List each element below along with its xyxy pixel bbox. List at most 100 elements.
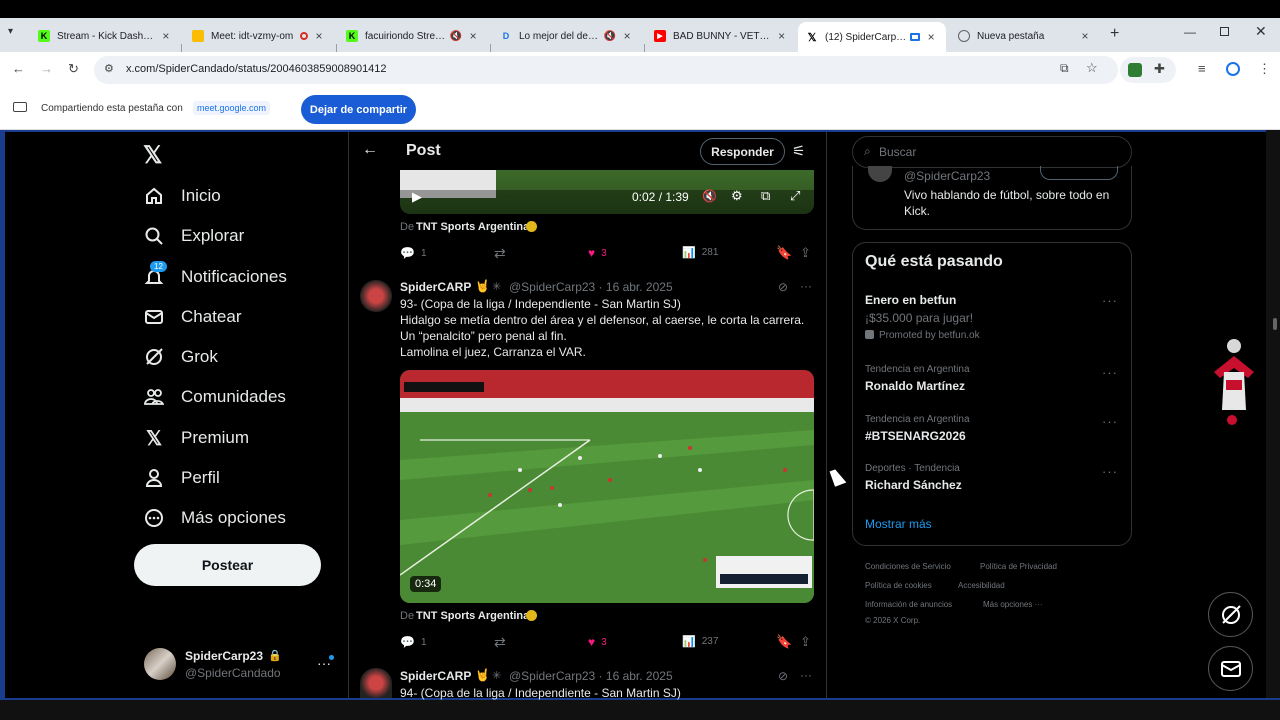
- reply-action[interactable]: 💬 1: [400, 635, 427, 649]
- bookmark-icon[interactable]: 🔖: [776, 245, 792, 261]
- muted-icon[interactable]: 🔇: [450, 31, 462, 42]
- nav-perfil[interactable]: Perfil: [144, 468, 220, 488]
- trend-title[interactable]: Ronaldo Martínez: [865, 379, 965, 393]
- footer-link[interactable]: Política de Privacidad: [980, 562, 1057, 571]
- page-scrollbar[interactable]: [1266, 130, 1280, 700]
- close-window-icon[interactable]: ✕: [1255, 23, 1267, 40]
- tab-facuiriondo[interactable]: K facuiriondo Stream 🔇 ×: [338, 22, 488, 50]
- tweet-author-name[interactable]: SpiderCARP: [400, 280, 471, 294]
- back-icon[interactable]: ←: [12, 61, 25, 76]
- profile-handle[interactable]: @SpiderCarp23: [904, 169, 990, 183]
- nav-mas-opciones[interactable]: Más opciones: [144, 508, 286, 528]
- minimize-icon[interactable]: —: [1184, 25, 1196, 39]
- tab-meet[interactable]: Meet: idt-vzmy-om ×: [184, 22, 334, 50]
- tab-lo-mejor[interactable]: D Lo mejor del depor 🔇 ×: [492, 22, 642, 50]
- tab-bad-bunny[interactable]: ▶ BAD BUNNY - VETE | Y ×: [646, 22, 796, 50]
- footer-link[interactable]: Información de anuncios: [865, 600, 952, 609]
- more-icon[interactable]: ···: [800, 668, 812, 682]
- maximize-icon[interactable]: [1220, 27, 1229, 36]
- repost-icon[interactable]: ⇄: [494, 245, 506, 262]
- trend-title[interactable]: Richard Sánchez: [865, 478, 962, 492]
- show-more-link[interactable]: Mostrar más: [865, 517, 932, 531]
- back-arrow-icon[interactable]: ←: [362, 141, 378, 159]
- nav-grok[interactable]: Grok: [144, 347, 218, 367]
- close-icon[interactable]: ×: [924, 30, 938, 44]
- nav-chatear[interactable]: Chatear: [144, 307, 241, 327]
- avatar[interactable]: [144, 648, 176, 680]
- site-info-icon[interactable]: ⚙: [104, 62, 114, 75]
- tweet-author-name[interactable]: SpiderCARP: [400, 669, 471, 683]
- share-icon[interactable]: ⇪: [800, 634, 811, 650]
- url-text[interactable]: x.com/SpiderCandado/status/2004603859008…: [126, 63, 387, 75]
- stop-sharing-button[interactable]: Dejar de compartir: [301, 95, 416, 124]
- like-action[interactable]: ♥ 3: [588, 635, 607, 649]
- footer-link[interactable]: Condiciones de Servicio: [865, 562, 951, 571]
- nav-premium[interactable]: 𝕏 Premium: [144, 428, 249, 450]
- bookmark-icon[interactable]: 🔖: [776, 634, 792, 650]
- share-icon[interactable]: ⇪: [800, 245, 811, 261]
- grok-icon[interactable]: ⊘: [778, 669, 788, 683]
- more-icon[interactable]: ···: [1102, 293, 1118, 308]
- close-icon[interactable]: ×: [620, 29, 634, 43]
- grok-fab-button[interactable]: [1208, 592, 1253, 637]
- play-icon[interactable]: ▶: [412, 189, 422, 205]
- bookmark-star-icon[interactable]: ☆: [1086, 60, 1098, 76]
- media-control-icon[interactable]: ≡: [1198, 61, 1206, 76]
- video-player[interactable]: [400, 170, 814, 214]
- reply-button[interactable]: Responder: [700, 138, 785, 165]
- nav-inicio[interactable]: Inicio: [144, 186, 221, 206]
- post-button[interactable]: Postear: [134, 544, 321, 586]
- like-action[interactable]: ♥ 3: [588, 246, 607, 260]
- x-logo-icon[interactable]: 𝕏: [143, 141, 162, 170]
- trend-title[interactable]: Enero en betfun: [865, 293, 956, 307]
- account-name[interactable]: SpiderCarp23: [185, 649, 263, 663]
- filter-icon[interactable]: ⚟: [792, 142, 805, 160]
- close-icon[interactable]: ×: [160, 29, 172, 43]
- tweet-author-handle[interactable]: @SpiderCarp23 · 16 abr. 2025: [509, 669, 673, 683]
- reload-icon[interactable]: ↻: [68, 61, 79, 77]
- nav-comunidades[interactable]: Comunidades: [144, 387, 286, 407]
- tab-search-icon[interactable]: ▾: [8, 26, 24, 42]
- trend-title[interactable]: #BTSENARG2026: [865, 429, 966, 443]
- nav-explorar[interactable]: Explorar: [144, 226, 244, 246]
- avatar[interactable]: [360, 668, 392, 698]
- reply-action[interactable]: 💬 1: [400, 246, 427, 260]
- fullscreen-icon[interactable]: ⤢: [790, 188, 800, 204]
- cast-icon[interactable]: ⧉: [1060, 61, 1069, 76]
- avatar[interactable]: [360, 280, 392, 312]
- source-link[interactable]: TNT Sports Argentina: [416, 221, 529, 233]
- tab-spidercarp-active[interactable]: 𝕏 (12) SpiderCarp23 ×: [798, 22, 946, 52]
- more-icon[interactable]: ···: [1102, 414, 1118, 429]
- views-action[interactable]: 📊 237: [682, 635, 718, 648]
- messages-fab-button[interactable]: [1208, 646, 1253, 691]
- footer-link[interactable]: Política de cookies: [865, 581, 932, 590]
- new-tab-icon[interactable]: +: [1110, 25, 1119, 43]
- close-icon[interactable]: ×: [466, 29, 480, 43]
- more-icon[interactable]: ···: [1102, 365, 1118, 380]
- puzzle-icon[interactable]: ✚: [1154, 61, 1165, 77]
- video-thumbnail[interactable]: 0:34: [400, 370, 814, 603]
- more-icon[interactable]: ···: [800, 279, 812, 293]
- follow-button[interactable]: [1040, 166, 1118, 180]
- close-icon[interactable]: ×: [1078, 29, 1092, 43]
- repost-icon[interactable]: ⇄: [494, 634, 506, 651]
- profile-icon[interactable]: [1226, 62, 1240, 76]
- tab-nueva[interactable]: Nueva pestaña ×: [950, 22, 1100, 50]
- close-icon[interactable]: ×: [775, 29, 788, 43]
- tweet-author-handle[interactable]: @SpiderCarp23 · 16 abr. 2025: [509, 280, 673, 294]
- footer-link[interactable]: Accesibilidad: [958, 581, 1005, 590]
- nav-notificaciones[interactable]: 12 Notificaciones: [144, 261, 287, 287]
- mute-icon[interactable]: 🔇: [702, 189, 717, 203]
- extension-icon[interactable]: [1128, 63, 1142, 77]
- settings-icon[interactable]: ⚙: [731, 188, 743, 204]
- grok-icon[interactable]: ⊘: [778, 280, 788, 294]
- close-icon[interactable]: ×: [312, 29, 326, 43]
- footer-link[interactable]: Más opciones ···: [983, 600, 1043, 609]
- views-action[interactable]: 📊 281: [682, 246, 718, 259]
- menu-kebab-icon[interactable]: ⋮: [1258, 61, 1271, 77]
- muted-icon[interactable]: 🔇: [604, 31, 616, 42]
- source-link[interactable]: TNT Sports Argentina: [416, 610, 529, 622]
- account-handle[interactable]: @SpiderCandado: [185, 666, 281, 680]
- forward-icon[interactable]: →: [40, 61, 53, 76]
- tab-kick-dashboard[interactable]: K Stream - Kick Dashboard ×: [30, 22, 180, 50]
